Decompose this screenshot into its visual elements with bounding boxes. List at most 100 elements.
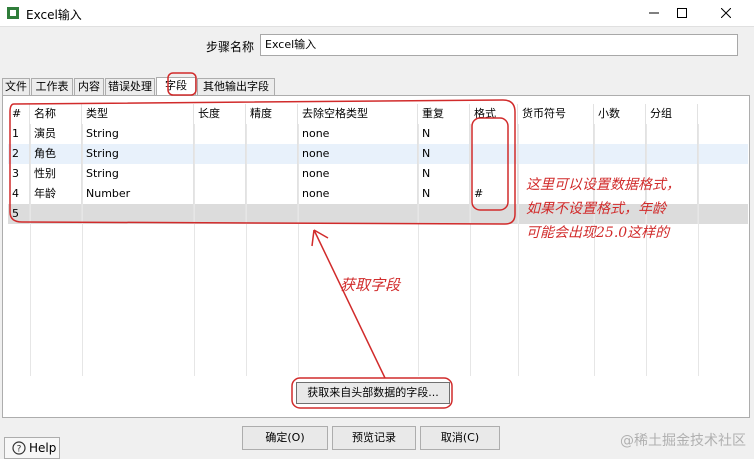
- maximize-icon: [677, 8, 687, 18]
- cell-precision[interactable]: [246, 164, 298, 184]
- tab-worksheet[interactable]: 工作表: [31, 78, 73, 95]
- cell-format[interactable]: [470, 124, 518, 144]
- grid-divider: [698, 124, 699, 376]
- window-title: Excel输入: [26, 8, 82, 22]
- grid-divider: [194, 124, 195, 376]
- column-header-length: 长度: [194, 104, 246, 124]
- tab-file[interactable]: 文件: [2, 78, 30, 95]
- cell-format[interactable]: [470, 164, 518, 184]
- annotation-format-note-line1: 这里可以设置数据格式，: [526, 177, 680, 193]
- cancel-button[interactable]: 取消(C): [420, 426, 500, 450]
- svg-text:?: ?: [17, 445, 22, 455]
- cell-length[interactable]: [194, 124, 246, 144]
- ok-button[interactable]: 确定(O): [242, 426, 328, 450]
- get-fields-from-header-button[interactable]: 获取来自头部数据的字段...: [296, 382, 450, 404]
- tab-fields[interactable]: 字段: [156, 77, 196, 96]
- grid-divider: [646, 124, 647, 376]
- preview-button[interactable]: 预览记录: [332, 426, 416, 450]
- cell-name[interactable]: 年龄: [30, 184, 82, 204]
- cell-type[interactable]: String: [82, 124, 194, 144]
- step-name-input[interactable]: Excel输入: [260, 34, 738, 56]
- cell-trim-type[interactable]: none: [298, 144, 418, 164]
- cell-repeat[interactable]: N: [418, 124, 470, 144]
- tab-error-handling[interactable]: 错误处理: [105, 78, 155, 95]
- column-header-name: 名称: [30, 104, 82, 124]
- maximize-button[interactable]: [662, 2, 702, 24]
- grid-divider: [246, 124, 247, 376]
- column-header-trim-type: 去除空格类型: [298, 104, 418, 124]
- close-button[interactable]: [706, 2, 746, 24]
- column-header-decimal: 小数: [594, 104, 646, 124]
- cell-format[interactable]: [470, 144, 518, 164]
- cell-repeat[interactable]: N: [418, 164, 470, 184]
- cell-precision[interactable]: [246, 204, 298, 224]
- cell-type[interactable]: String: [82, 164, 194, 184]
- cell-name[interactable]: 性别: [30, 164, 82, 184]
- cell-name[interactable]: [30, 204, 82, 224]
- cell-length[interactable]: [194, 164, 246, 184]
- cell-index: 5: [8, 204, 30, 224]
- grid-divider: [518, 124, 519, 376]
- help-icon: ?: [12, 441, 26, 455]
- grid-divider: [30, 124, 31, 376]
- cell-trim-type[interactable]: [298, 204, 418, 224]
- cell-repeat[interactable]: N: [418, 144, 470, 164]
- cell-precision[interactable]: [246, 184, 298, 204]
- cell-index: 2: [8, 144, 30, 164]
- cell-precision[interactable]: [246, 144, 298, 164]
- cell-index: 1: [8, 124, 30, 144]
- annotation-get-fields-text: 获取字段: [340, 276, 401, 294]
- column-header-precision: 精度: [246, 104, 298, 124]
- cell-length[interactable]: [194, 184, 246, 204]
- cell-trim-type[interactable]: none: [298, 124, 418, 144]
- cell-format[interactable]: #: [470, 184, 518, 204]
- cell-type[interactable]: Number: [82, 184, 194, 204]
- cell-currency[interactable]: [518, 124, 594, 144]
- step-name-label: 步骤名称: [206, 40, 255, 54]
- cell-precision[interactable]: [246, 124, 298, 144]
- cell-index: 3: [8, 164, 30, 184]
- column-header-index: #: [8, 104, 30, 124]
- column-header-currency: 货币符号: [518, 104, 594, 124]
- excel-app-icon: [7, 7, 19, 19]
- cell-name[interactable]: 角色: [30, 144, 82, 164]
- annotation-format-note-line3: 可能会出现25.0这样的: [526, 225, 670, 241]
- cell-group[interactable]: [646, 124, 698, 144]
- grid-divider: [82, 124, 83, 376]
- cell-currency[interactable]: [518, 144, 594, 164]
- cell-index: 4: [8, 184, 30, 204]
- cell-trim-type[interactable]: none: [298, 184, 418, 204]
- cell-type[interactable]: String: [82, 144, 194, 164]
- cell-format[interactable]: [470, 204, 518, 224]
- help-button-label: Help: [29, 441, 57, 455]
- grid-divider: [418, 124, 419, 376]
- cell-decimal[interactable]: [594, 144, 646, 164]
- tab-other-output-fields[interactable]: 其他输出字段: [197, 78, 275, 95]
- table-row[interactable]: 1 演员 String none N: [8, 124, 748, 144]
- minimize-icon: [649, 12, 659, 14]
- annotation-format-note-line2: 如果不设置格式，年龄: [526, 201, 666, 217]
- cell-repeat[interactable]: [418, 204, 470, 224]
- cell-repeat[interactable]: N: [418, 184, 470, 204]
- column-header-type: 类型: [82, 104, 194, 124]
- watermark: @稀土掘金技术社区: [620, 433, 746, 449]
- table-row[interactable]: 2 角色 String none N: [8, 144, 748, 164]
- cell-decimal[interactable]: [594, 124, 646, 144]
- cell-trim-type[interactable]: none: [298, 164, 418, 184]
- help-button[interactable]: ? Help: [4, 437, 60, 459]
- cell-length[interactable]: [194, 204, 246, 224]
- column-header-format: 格式: [470, 104, 518, 124]
- column-header-repeat: 重复: [418, 104, 470, 124]
- cell-type[interactable]: [82, 204, 194, 224]
- grid-divider: [594, 124, 595, 376]
- title-bar: Excel输入: [0, 0, 754, 27]
- cell-length[interactable]: [194, 144, 246, 164]
- column-header-group: 分组: [646, 104, 698, 124]
- close-icon: [721, 8, 731, 18]
- cell-group[interactable]: [646, 144, 698, 164]
- grid-divider: [470, 124, 471, 376]
- tab-content[interactable]: 内容: [74, 78, 104, 95]
- cell-name[interactable]: 演员: [30, 124, 82, 144]
- grid-header-row: # 名称 类型 长度 精度 去除空格类型 重复 格式 货币符号 小数 分组: [8, 104, 748, 124]
- grid-divider: [298, 124, 299, 376]
